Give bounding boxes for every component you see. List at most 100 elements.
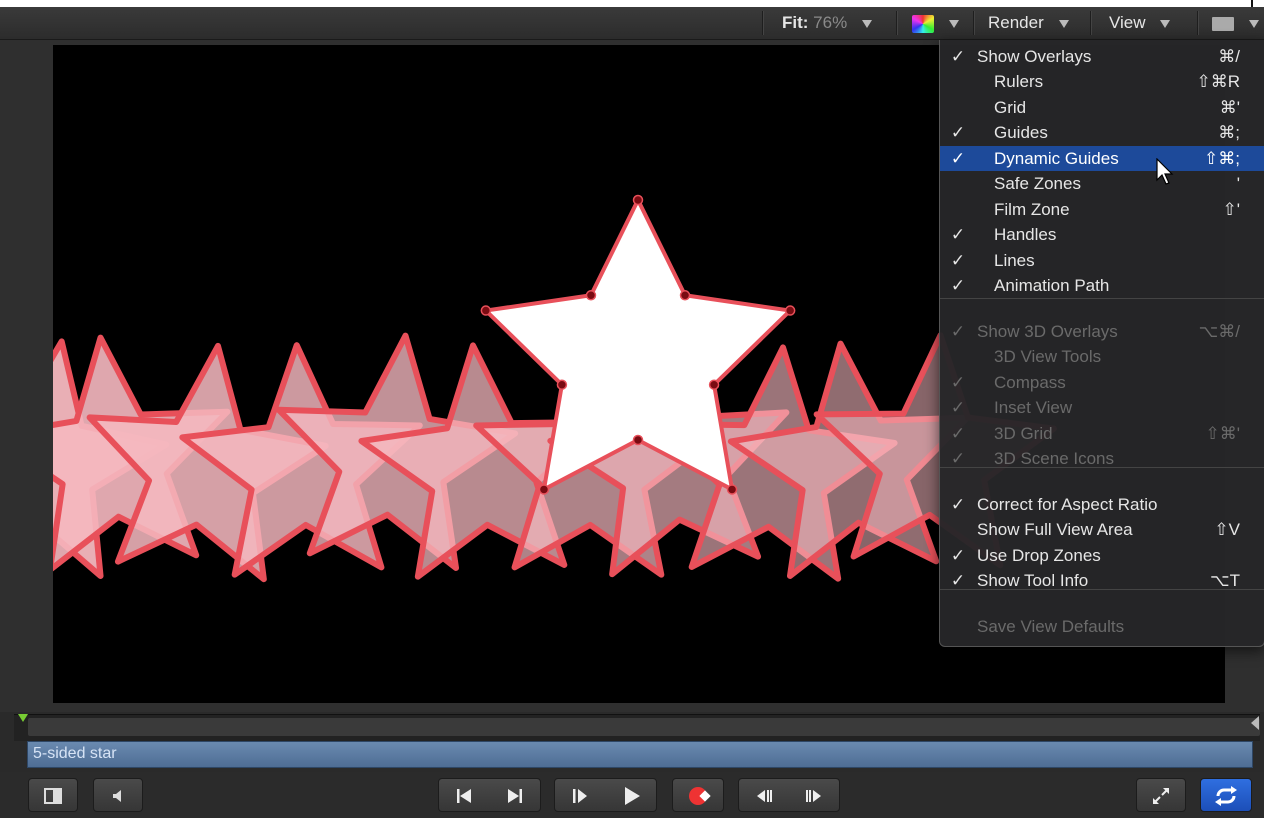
menu-item-shortcut: ⌥⌘/ xyxy=(1198,322,1240,341)
clip-name: 5-sided star xyxy=(33,745,117,762)
fit-zoom-popup[interactable]: Fit: 76% xyxy=(782,7,872,39)
checkmark-icon: ✓ xyxy=(950,225,966,244)
menu-item-guides[interactable]: ✓ Guides ⌘; xyxy=(940,120,1264,145)
checkmark-icon: ✓ xyxy=(950,149,966,168)
loop-button[interactable] xyxy=(1200,778,1252,812)
checkmark-icon: ✓ xyxy=(950,373,966,392)
clip-bar[interactable]: 5-sided star xyxy=(27,741,1253,768)
checkmark-icon: ✓ xyxy=(950,398,966,417)
record-icon xyxy=(689,787,707,806)
menu-item-animation-path[interactable]: ✓ Animation Path xyxy=(940,273,1264,298)
menu-item-shortcut: ⇧V xyxy=(1214,520,1240,539)
speaker-icon xyxy=(113,790,121,803)
go-to-end-button[interactable] xyxy=(490,779,541,811)
previous-frame-button[interactable] xyxy=(739,779,789,811)
menu-item-handles[interactable]: ✓ Handles xyxy=(940,222,1264,247)
chevron-down-icon xyxy=(1058,19,1069,28)
menu-item-label: Show Overlays xyxy=(977,47,1092,66)
top-edge xyxy=(0,0,1264,7)
menu-item-shortcut: ⇧⌘R xyxy=(1196,72,1240,91)
menu-item-label: Film Zone xyxy=(994,200,1070,219)
control-point-handle[interactable] xyxy=(480,305,492,316)
go-start-end-button-group xyxy=(438,778,541,812)
toolbar-separator xyxy=(1090,11,1091,35)
menu-item-show-overlays[interactable]: ✓ Show Overlays ⌘/ xyxy=(940,44,1264,69)
control-point-handle[interactable] xyxy=(556,379,568,390)
mini-timeline[interactable] xyxy=(14,714,1260,741)
menu-item-label: Save View Defaults xyxy=(977,617,1125,636)
play-button[interactable] xyxy=(606,779,657,811)
checkmark-icon: ✓ xyxy=(950,251,966,270)
render-popup[interactable]: Render xyxy=(988,7,1069,39)
viewer-toolbar: Fit: 76% Render View xyxy=(0,7,1264,40)
go-to-start-button[interactable] xyxy=(439,779,490,811)
control-point-handle[interactable] xyxy=(585,290,597,301)
control-point-handle[interactable] xyxy=(538,484,550,495)
record-button[interactable] xyxy=(672,778,724,812)
menu-item-label: Animation Path xyxy=(994,276,1110,295)
menu-item-label: Use Drop Zones xyxy=(977,546,1101,565)
menu-item-lines[interactable]: ✓ Lines xyxy=(940,248,1264,273)
view-menu: ✓ Show Overlays ⌘/ Rulers ⇧⌘R Grid ⌘' ✓ Guides ⌘;… xyxy=(939,40,1264,647)
menu-item-label: 3D View Tools xyxy=(994,347,1102,366)
toggle-panel-button[interactable] xyxy=(28,778,78,812)
control-point-handle[interactable] xyxy=(679,290,691,301)
control-point-handle[interactable] xyxy=(632,434,644,446)
menu-item-label: Safe Zones xyxy=(994,174,1081,193)
checkmark-icon: ✓ xyxy=(950,47,966,66)
menu-item-3d-grid: ✓ 3D Grid ⇧⌘' xyxy=(940,421,1264,446)
play-range-end-marker[interactable] xyxy=(1251,716,1259,730)
menu-item-use-drop-zones[interactable]: ✓ Use Drop Zones xyxy=(940,543,1264,568)
next-frame-button[interactable] xyxy=(789,779,839,811)
fit-value: 76% xyxy=(813,13,848,32)
control-point-handle[interactable] xyxy=(708,379,720,390)
menu-item-label: 3D Scene Icons xyxy=(994,449,1115,468)
edge-tick xyxy=(1251,0,1253,7)
menu-item-shortcut: ⌘' xyxy=(1219,98,1240,117)
menu-item-dynamic-guides[interactable]: ✓ Dynamic Guides ⇧⌘; xyxy=(940,146,1264,171)
playhead-marker[interactable] xyxy=(18,714,28,722)
view-label: View xyxy=(1109,13,1146,32)
menu-item-label: Handles xyxy=(994,225,1057,244)
play-from-start-icon xyxy=(573,789,588,804)
menu-item-label: Rulers xyxy=(994,72,1044,91)
view-popup[interactable]: View xyxy=(1109,7,1171,39)
mouse-cursor-icon xyxy=(1156,157,1176,186)
menu-item-inset-view: ✓ Inset View xyxy=(940,395,1264,420)
menu-item-3d-view-tools: 3D View Tools xyxy=(940,344,1264,369)
menu-item-grid[interactable]: Grid ⌘' xyxy=(940,95,1264,120)
play-from-start-button[interactable] xyxy=(555,779,606,811)
toolbar-separator xyxy=(1197,11,1198,35)
fullscreen-button[interactable] xyxy=(1136,778,1186,812)
menu-item-show-tool-info[interactable]: ✓ Show Tool Info ⌥T xyxy=(940,568,1264,593)
menu-item-label: 3D Grid xyxy=(994,424,1053,443)
next-frame-icon xyxy=(806,790,821,803)
screen-layout-icon xyxy=(1212,16,1234,31)
channels-popup[interactable] xyxy=(912,7,959,39)
previous-frame-icon xyxy=(757,790,772,803)
menu-item-rulers[interactable]: Rulers ⇧⌘R xyxy=(940,69,1264,94)
toolbar-separator xyxy=(973,11,974,35)
control-point-handle[interactable] xyxy=(784,305,796,316)
checkmark-icon: ✓ xyxy=(950,424,966,443)
menu-item-shortcut: ' xyxy=(1236,174,1240,193)
mute-button[interactable] xyxy=(93,778,143,812)
menu-item-save-view-defaults: Save View Defaults xyxy=(940,614,1264,639)
channels-color-icon xyxy=(912,14,934,33)
menu-item-film-zone[interactable]: Film Zone ⇧' xyxy=(940,197,1264,222)
menu-item-safe-zones[interactable]: Safe Zones ' xyxy=(940,171,1264,196)
menu-item-correct-for-aspect-ratio[interactable]: ✓ Correct for Aspect Ratio xyxy=(940,492,1264,517)
timeline-track xyxy=(28,718,1260,736)
menu-item-shortcut: ⇧⌘' xyxy=(1205,424,1241,443)
layout-popup[interactable] xyxy=(1212,7,1259,39)
menu-item-shortcut: ⇧⌘; xyxy=(1204,149,1240,168)
control-point-handle[interactable] xyxy=(632,194,644,206)
menu-item-label: Show 3D Overlays xyxy=(977,322,1118,341)
play-button-group xyxy=(554,778,657,812)
menu-item-show-full-view-area[interactable]: Show Full View Area ⇧V xyxy=(940,517,1264,542)
checkmark-icon: ✓ xyxy=(950,322,966,341)
control-point-handle[interactable] xyxy=(726,484,738,495)
play-icon xyxy=(624,787,640,806)
chevron-down-icon xyxy=(1248,19,1259,28)
frame-step-button-group xyxy=(738,778,840,812)
